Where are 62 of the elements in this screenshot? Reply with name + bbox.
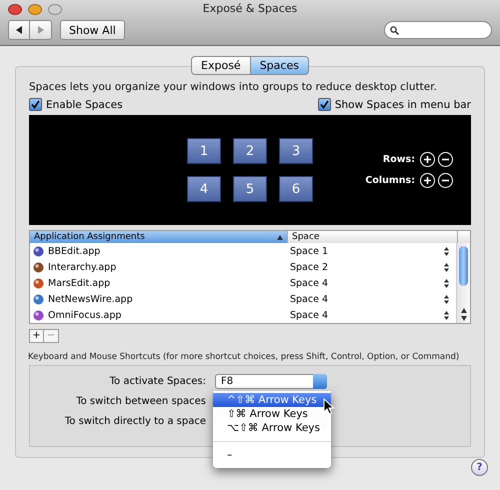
help-button[interactable]: ? (471, 459, 488, 476)
search-icon (390, 26, 399, 34)
window-title: Exposé & Spaces (202, 2, 298, 15)
minimize-button[interactable] (28, 4, 42, 14)
space-tile[interactable]: 6 (279, 176, 313, 202)
checkbox-label: Show Spaces in menu bar (334, 98, 471, 110)
space-tile[interactable]: 5 (233, 176, 267, 202)
tab[interactable]: Exposé (191, 56, 251, 75)
plus-icon (423, 155, 432, 164)
header-corner (458, 231, 470, 243)
remove-button[interactable] (438, 152, 453, 167)
scrollbar[interactable] (456, 243, 470, 323)
checkbox[interactable] (29, 98, 42, 111)
stepper-icon[interactable] (444, 310, 449, 320)
space-value[interactable]: Space 4 (288, 278, 444, 288)
menu-item[interactable]: ⌥⇧⌘ Arrow Keys (213, 421, 331, 435)
space-tile[interactable]: 1 (187, 138, 221, 164)
stepper-icon[interactable] (444, 294, 449, 304)
back-button[interactable] (8, 20, 30, 40)
column-header[interactable]: Application Assignments (30, 231, 288, 243)
tab[interactable]: Spaces (250, 56, 309, 75)
add-button[interactable]: + (29, 329, 44, 343)
space-tile[interactable]: 4 (187, 176, 221, 202)
right-arrow-icon (37, 26, 44, 34)
shortcut-label: To switch between spaces (75, 396, 206, 407)
grid-label: Rows: (382, 154, 415, 165)
checkbox-label: Enable Spaces (46, 98, 123, 110)
space-value[interactable]: Space 1 (288, 246, 444, 256)
space-value[interactable]: Space 4 (288, 310, 444, 320)
menu-item[interactable]: – (213, 448, 331, 462)
app-name: BBEdit.app (48, 246, 100, 256)
stepper-icon[interactable] (444, 262, 449, 272)
plus-icon (423, 176, 432, 185)
app-name: Interarchy.app (48, 262, 116, 272)
search-field[interactable] (384, 21, 492, 39)
app-name: OmniFocus.app (48, 310, 122, 320)
scroll-down-icon[interactable] (460, 316, 466, 321)
close-button[interactable] (8, 4, 22, 14)
add-button[interactable] (420, 152, 435, 167)
column-header[interactable]: Space (288, 231, 458, 243)
add-button[interactable] (420, 173, 435, 188)
app-name: MarsEdit.app (48, 278, 110, 288)
space-value[interactable]: Space 2 (288, 262, 444, 272)
show-all-button[interactable]: Show All (60, 20, 125, 40)
app-name: NetNewsWire.app (48, 294, 133, 304)
stepper-icon[interactable] (444, 278, 449, 288)
description-text: Spaces lets you organize your windows into groups to reduce desktop clutter. (29, 81, 438, 93)
shortcut-label: To switch directly to a space (64, 416, 206, 427)
stepper-icon[interactable] (444, 246, 449, 256)
shortcut-popup[interactable]: F8 (215, 374, 327, 389)
space-tile[interactable]: 2 (233, 138, 267, 164)
space-value[interactable]: Space 4 (288, 294, 444, 304)
checkbox[interactable] (318, 98, 331, 111)
space-tile[interactable]: 3 (279, 138, 313, 164)
remove-button[interactable] (438, 173, 453, 188)
menu-item[interactable]: ^⇧⌘ Arrow Keys (213, 393, 331, 407)
grid-label: Columns: (365, 175, 415, 186)
scroll-up-icon[interactable] (460, 308, 466, 313)
left-arrow-icon (16, 26, 22, 34)
sort-icon (277, 234, 283, 240)
shortcuts-heading: Keyboard and Mouse Shortcuts (for more shortcut choices, press Shift, Control, Option, or Command) (28, 352, 460, 362)
shortcut-label: To activate Spaces: (108, 376, 206, 387)
